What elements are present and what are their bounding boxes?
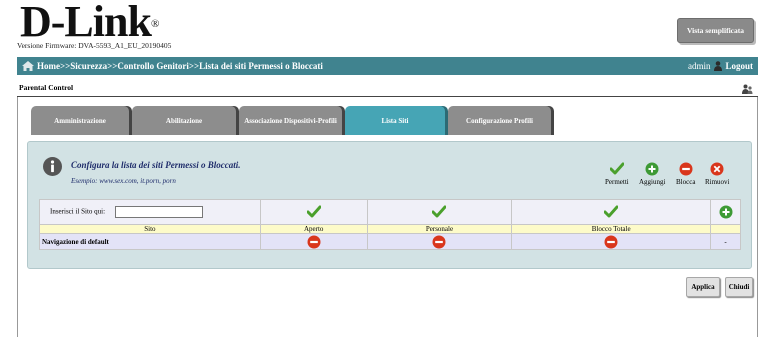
default-aperto-cell[interactable] bbox=[259, 233, 368, 250]
x-circle-icon bbox=[710, 162, 724, 176]
personale-toggle-cell[interactable] bbox=[366, 199, 513, 225]
legend-permetti-label: Permetti bbox=[605, 178, 629, 186]
column-header-aperto: Aperto bbox=[259, 224, 368, 234]
minus-circle-icon[interactable] bbox=[307, 235, 321, 249]
apply-button[interactable]: Applica bbox=[686, 277, 720, 297]
legend-blocca-label: Blocca bbox=[676, 178, 696, 186]
minus-circle-icon[interactable] bbox=[432, 235, 446, 249]
legend-aggiungi-label: Aggiungi bbox=[639, 178, 666, 186]
tab-lista-siti[interactable]: Lista Siti bbox=[345, 106, 445, 135]
default-personale-cell[interactable] bbox=[366, 233, 513, 250]
table-row: Navigazione di default - bbox=[39, 233, 741, 250]
default-action-cell: - bbox=[710, 233, 741, 250]
table-header-row: Sito Aperto Personale Blocco Totale bbox=[39, 224, 741, 234]
check-icon bbox=[609, 162, 624, 175]
info-icon bbox=[43, 157, 62, 176]
panel-title: Configura la lista dei siti Permessi o B… bbox=[71, 160, 241, 170]
people-icon bbox=[742, 84, 753, 94]
add-site-cell bbox=[710, 199, 741, 225]
dlink-logo: D-Link® bbox=[20, 0, 159, 46]
check-icon[interactable] bbox=[306, 205, 322, 219]
column-header-personale: Personale bbox=[366, 224, 513, 234]
site-table: Inserisci il Sito qui: Sito Aperto Perso… bbox=[39, 199, 741, 250]
tab-abilitazione[interactable]: Abilitazione bbox=[132, 106, 236, 135]
legend-blocca: Blocca bbox=[676, 162, 695, 186]
tab-configurazione-profili[interactable]: Configurazione Profili bbox=[448, 106, 551, 135]
site-list-panel: Configura la lista dei siti Permessi o B… bbox=[27, 141, 752, 269]
column-header-sito: Sito bbox=[39, 224, 261, 234]
section-title-label: Parental Control bbox=[19, 83, 74, 92]
legend-aggiungi: Aggiungi bbox=[639, 162, 665, 186]
column-header-blocco-totale: Blocco Totale bbox=[511, 224, 711, 234]
add-site-row: Inserisci il Sito qui: bbox=[39, 199, 741, 225]
panel-example: Esempio: www.sex.com, it.porn, porn bbox=[71, 177, 176, 185]
check-icon[interactable] bbox=[603, 205, 619, 219]
section-title: Parental Control bbox=[17, 83, 758, 97]
column-header-actions bbox=[710, 224, 741, 234]
tab-bar: Amministrazione Abilitazione Associazion… bbox=[31, 106, 554, 135]
legend-rimuovi-label: Rimuovi bbox=[705, 178, 730, 186]
simple-view-button[interactable]: Vista semplificata bbox=[677, 18, 754, 43]
tab-associazione-dispositivi-profili[interactable]: Associazione Dispositivi-Profili bbox=[239, 106, 342, 135]
minus-circle-icon bbox=[679, 162, 693, 176]
breadcrumb[interactable]: Home>>Sicurezza>>Controllo Genitori>>Lis… bbox=[37, 61, 323, 71]
default-navigation-label: Navigazione di default bbox=[39, 233, 261, 250]
minus-circle-icon[interactable] bbox=[604, 235, 618, 249]
content-right-border bbox=[757, 97, 758, 337]
site-input-label: Inserisci il Sito qui: bbox=[50, 207, 106, 216]
plus-circle-icon[interactable] bbox=[719, 205, 733, 219]
close-button[interactable]: Chiudi bbox=[725, 277, 753, 297]
tab-amministrazione[interactable]: Amministrazione bbox=[31, 106, 129, 135]
firmware-version: Versione Firmware: DVA-5593_A1_EU_201904… bbox=[17, 41, 172, 50]
aperto-toggle-cell[interactable] bbox=[259, 199, 368, 225]
user-icon bbox=[714, 61, 723, 71]
check-icon[interactable] bbox=[431, 205, 447, 219]
admin-username: admin bbox=[687, 61, 711, 71]
legend-rimuovi: Rimuovi bbox=[705, 162, 730, 186]
navigation-bar: Home>>Sicurezza>>Controllo Genitori>>Lis… bbox=[17, 57, 758, 75]
blocco-totale-toggle-cell[interactable] bbox=[511, 199, 711, 225]
plus-circle-icon bbox=[645, 162, 659, 176]
site-input[interactable] bbox=[114, 206, 203, 218]
logout-link[interactable]: Logout bbox=[725, 61, 753, 71]
site-input-cell: Inserisci il Sito qui: bbox=[39, 199, 261, 225]
content-left-border bbox=[17, 97, 18, 337]
default-blocco-totale-cell[interactable] bbox=[511, 233, 711, 250]
home-icon[interactable] bbox=[22, 61, 34, 71]
legend-permetti: Permetti bbox=[605, 162, 629, 186]
